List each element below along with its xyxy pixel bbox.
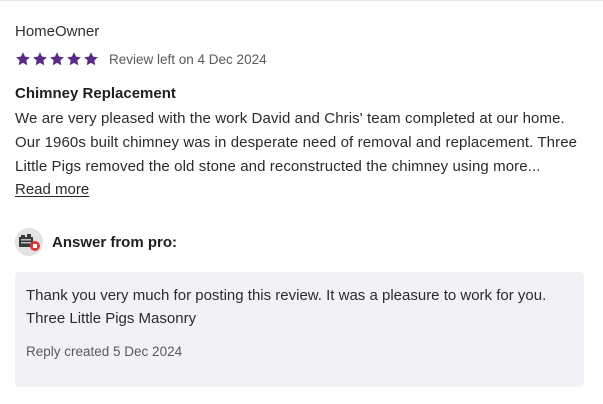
review-date: Review left on 4 Dec 2024: [109, 51, 267, 67]
pro-reply-date: Reply created 5 Dec 2024: [26, 344, 183, 359]
pro-answer-label: Answer from pro:: [52, 233, 178, 251]
pro-reply-text: Thank you very much for posting this rev…: [26, 284, 571, 330]
review-card: HomeOwner Review left on 4 Dec 2024 Chim…: [15, 22, 590, 201]
review-body-line: Our 1960s built chimney was in desperate…: [15, 134, 578, 151]
company-logo-avatar: [15, 228, 43, 256]
review-title: Chimney Replacement: [15, 85, 176, 102]
rating-row: Review left on 4 Dec 2024: [15, 50, 590, 68]
pro-reply-box: Thank you very much for posting this rev…: [15, 272, 584, 387]
star-icon: [49, 51, 65, 67]
star-icon: [66, 51, 82, 67]
review-body-line: We are very pleased with the work David …: [15, 110, 565, 127]
star-icon: [83, 51, 99, 67]
read-more-link[interactable]: Read more: [15, 179, 89, 201]
top-divider: [0, 0, 603, 1]
star-icon: [32, 51, 48, 67]
star-rating: [15, 51, 99, 67]
star-icon: [15, 51, 31, 67]
review-body-line: Little Pigs removed the old stone and re…: [15, 158, 541, 175]
pro-reply-line: Thank you very much for posting this rev…: [26, 287, 547, 304]
review-body: We are very pleased with the work David …: [15, 107, 590, 179]
review-author: HomeOwner: [15, 23, 100, 40]
pro-answer-header: Answer from pro:: [15, 228, 177, 256]
pro-reply-line: Three Little Pigs Masonry: [26, 310, 197, 327]
